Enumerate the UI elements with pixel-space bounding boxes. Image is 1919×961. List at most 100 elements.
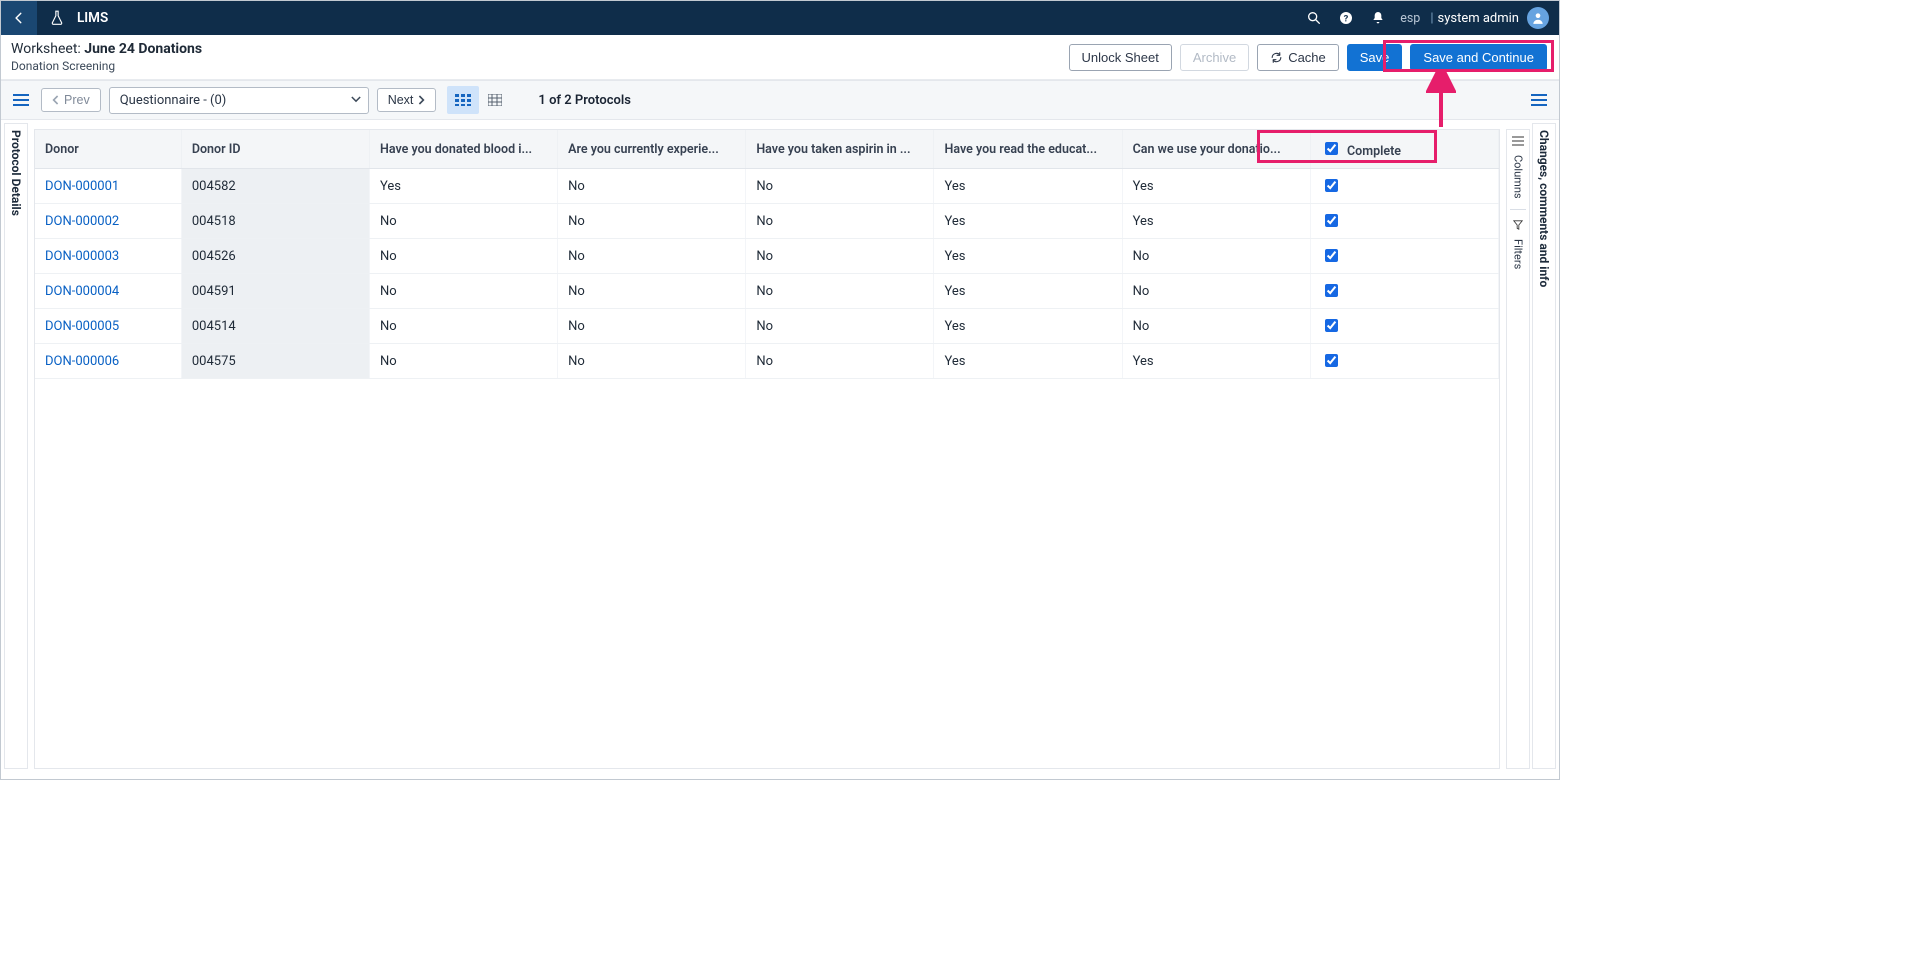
select-all-complete-checkbox[interactable] [1325,142,1338,155]
complete-checkbox[interactable] [1325,179,1338,192]
col-q3[interactable]: Have you taken aspirin in ... [746,130,934,169]
cell-q3[interactable]: No [746,239,934,274]
cell-q3[interactable]: No [746,204,934,239]
username-label[interactable]: system admin [1438,11,1520,26]
cell-q2[interactable]: No [558,204,746,239]
complete-checkbox[interactable] [1325,319,1338,332]
help-button[interactable]: ? [1338,10,1354,26]
col-q1[interactable]: Have you donated blood i... [370,130,558,169]
table-row[interactable]: DON-000003004526NoNoNoYesNo [35,239,1499,274]
grid-view-button[interactable] [447,86,479,114]
save-button[interactable]: Save [1347,44,1403,71]
protocol-select[interactable]: Questionnaire - (0) [109,87,369,114]
table-row[interactable]: DON-000001004582YesNoNoYesYes [35,169,1499,204]
cell-q5[interactable]: Yes [1122,169,1310,204]
right-panel-toggle[interactable] [1527,80,1551,120]
cell-q4[interactable]: Yes [934,274,1122,309]
table-view-button[interactable] [479,86,511,114]
help-icon: ? [1338,10,1354,26]
cell-q4[interactable]: Yes [934,309,1122,344]
cell-q5[interactable]: No [1122,239,1310,274]
cell-donor-id[interactable]: 004591 [181,274,369,309]
cell-donor[interactable]: DON-000001 [35,169,181,204]
cell-q2[interactable]: No [558,239,746,274]
col-q4[interactable]: Have you read the educat... [934,130,1122,169]
back-button[interactable] [1,1,37,35]
cell-donor-id[interactable]: 004518 [181,204,369,239]
col-complete[interactable]: Complete [1310,130,1498,169]
prev-protocol-button[interactable]: Prev [41,88,101,112]
col-q2[interactable]: Are you currently experie... [558,130,746,169]
cell-complete[interactable] [1310,169,1498,204]
cell-q2[interactable]: No [558,274,746,309]
menu-icon [13,94,29,106]
cell-donor-id[interactable]: 004526 [181,239,369,274]
cell-donor[interactable]: DON-000005 [35,309,181,344]
complete-checkbox[interactable] [1325,249,1338,262]
cell-q2[interactable]: No [558,169,746,204]
user-avatar[interactable] [1527,7,1549,29]
cell-q4[interactable]: Yes [934,169,1122,204]
cell-q4[interactable]: Yes [934,204,1122,239]
cell-q4[interactable]: Yes [934,344,1122,379]
cell-q5[interactable]: No [1122,309,1310,344]
donor-link[interactable]: DON-000001 [45,179,119,194]
protocol-details-rail[interactable]: Protocol Details [4,123,28,769]
donor-link[interactable]: DON-000002 [45,214,119,229]
col-donor-id[interactable]: Donor ID [181,130,369,169]
cell-donor-id[interactable]: 004575 [181,344,369,379]
cell-q3[interactable]: No [746,169,934,204]
cell-complete[interactable] [1310,204,1498,239]
unlock-sheet-button[interactable]: Unlock Sheet [1069,44,1172,71]
cell-complete[interactable] [1310,344,1498,379]
complete-checkbox[interactable] [1325,214,1338,227]
complete-checkbox[interactable] [1325,284,1338,297]
columns-icon [1512,136,1524,149]
table-row[interactable]: DON-000004004591NoNoNoYesNo [35,274,1499,309]
cell-q5[interactable]: Yes [1122,344,1310,379]
left-panel-toggle[interactable] [9,80,33,120]
complete-checkbox[interactable] [1325,354,1338,367]
next-protocol-button[interactable]: Next [377,88,437,112]
donor-link[interactable]: DON-000003 [45,249,119,264]
col-donor[interactable]: Donor [35,130,181,169]
cell-complete[interactable] [1310,309,1498,344]
cell-q2[interactable]: No [558,309,746,344]
table-row[interactable]: DON-000005004514NoNoNoYesNo [35,309,1499,344]
col-q5[interactable]: Can we use your donatio... [1122,130,1310,169]
cell-q3[interactable]: No [746,274,934,309]
cache-button[interactable]: Cache [1257,44,1339,71]
table-row[interactable]: DON-000002004518NoNoNoYesYes [35,204,1499,239]
cell-complete[interactable] [1310,239,1498,274]
cell-q1[interactable]: No [370,274,558,309]
search-button[interactable] [1306,10,1322,26]
donor-link[interactable]: DON-000005 [45,319,119,334]
cell-q3[interactable]: No [746,309,934,344]
cell-q1[interactable]: No [370,204,558,239]
cell-q5[interactable]: No [1122,274,1310,309]
cell-donor[interactable]: DON-000003 [35,239,181,274]
table-row[interactable]: DON-000006004575NoNoNoYesYes [35,344,1499,379]
cell-q2[interactable]: No [558,344,746,379]
cell-complete[interactable] [1310,274,1498,309]
filters-toggle[interactable]: Filters [1512,239,1525,269]
cell-q3[interactable]: No [746,344,934,379]
cell-q4[interactable]: Yes [934,239,1122,274]
cell-q1[interactable]: Yes [370,169,558,204]
cell-donor-id[interactable]: 004582 [181,169,369,204]
cell-donor[interactable]: DON-000004 [35,274,181,309]
cell-q1[interactable]: No [370,344,558,379]
donor-link[interactable]: DON-000006 [45,354,119,369]
protocol-count-label: 1 of 2 Protocols [538,93,630,108]
cell-donor[interactable]: DON-000006 [35,344,181,379]
cell-q1[interactable]: No [370,239,558,274]
save-and-continue-button[interactable]: Save and Continue [1410,44,1547,71]
cell-donor[interactable]: DON-000002 [35,204,181,239]
notifications-button[interactable] [1370,10,1386,26]
cell-q5[interactable]: Yes [1122,204,1310,239]
changes-rail[interactable]: Changes, comments and info [1532,123,1556,769]
columns-toggle[interactable]: Columns [1512,155,1525,199]
cell-q1[interactable]: No [370,309,558,344]
cell-donor-id[interactable]: 004514 [181,309,369,344]
donor-link[interactable]: DON-000004 [45,284,119,299]
